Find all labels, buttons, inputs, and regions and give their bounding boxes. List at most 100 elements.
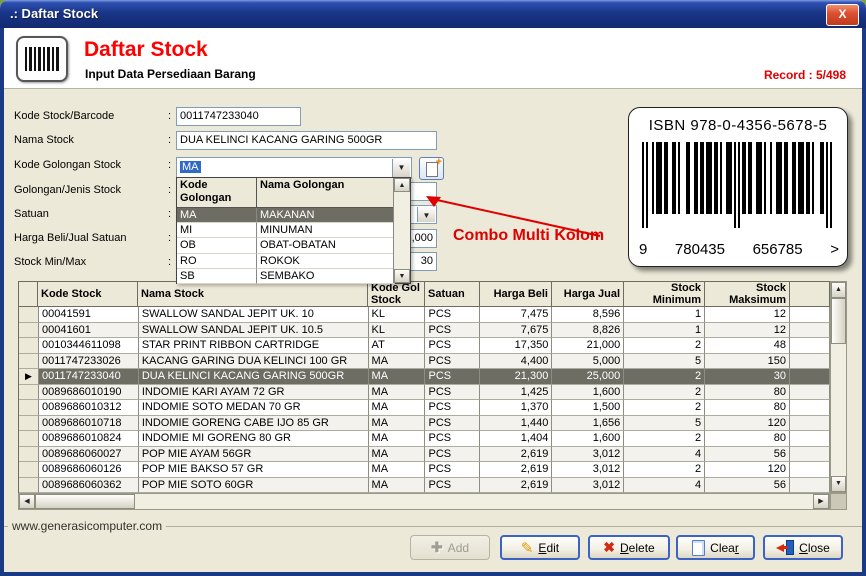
table-cell: MA: [369, 369, 426, 385]
table-cell: 2: [624, 400, 705, 416]
table-header-cell[interactable]: Nama Stock: [138, 281, 368, 307]
table-header-cell[interactable]: [790, 281, 830, 307]
table-header-cell[interactable]: [18, 281, 38, 307]
label-nama-stock: Nama Stock: [14, 134, 164, 146]
barcode-digit-group: >: [830, 241, 839, 258]
scroll-up-icon[interactable]: ▲: [831, 282, 846, 298]
page-title: Daftar Stock: [84, 38, 208, 62]
table-cell: INDOMIE KARI AYAM 72 GR: [139, 385, 369, 401]
table-header-cell[interactable]: Kode Gol Stock: [368, 281, 425, 307]
table-cell: MA: [369, 416, 426, 432]
table-row[interactable]: ▶0011747233040DUA KELINCI KACANG GARING …: [19, 369, 830, 385]
delete-x-icon: ✖: [603, 539, 615, 556]
kode-stock-input[interactable]: 0011747233040: [176, 107, 301, 126]
table-cell: [790, 462, 830, 478]
table-cell: MA: [369, 354, 426, 370]
combo-popup-cell: MINUMAN: [257, 223, 395, 238]
row-selector: [19, 323, 39, 339]
title-bar[interactable]: .: Daftar Stock X: [0, 0, 866, 28]
table-cell: 0089686010190: [39, 385, 139, 401]
delete-button-label: Delete: [620, 541, 655, 555]
table-header-cell[interactable]: Harga Beli: [480, 281, 552, 307]
table-row[interactable]: 0010344611098STAR PRINT RIBBON CARTRIDGE…: [19, 338, 830, 354]
table-row[interactable]: 0011747233026KACANG GARING DUA KELINCI 1…: [19, 354, 830, 370]
barcode-isbn-text: ISBN 978-0-4356-5678-5: [629, 117, 847, 134]
clear-button-label: Clear: [710, 541, 739, 555]
combo-popup-row[interactable]: MAMAKANAN: [177, 208, 410, 223]
table-row[interactable]: 00041601SWALLOW SANDAL JEPIT UK. 10.5KLP…: [19, 323, 830, 339]
chevron-down-icon[interactable]: ▼: [392, 159, 410, 177]
scrollbar-corner: [830, 493, 847, 510]
scrollbar-thumb[interactable]: [831, 298, 846, 344]
scroll-down-icon[interactable]: ▼: [831, 476, 846, 492]
table-row[interactable]: 0089686060027POP MIE AYAM 56GRMAPCS2,619…: [19, 447, 830, 463]
barcode-bars: [642, 142, 834, 228]
popup-col-nama: Nama Golongan: [257, 178, 395, 208]
table-vertical-scrollbar[interactable]: ▲ ▼: [830, 281, 847, 493]
pencil-icon: ✎: [521, 539, 534, 557]
close-form-button[interactable]: Close: [763, 535, 843, 560]
table-row[interactable]: 0089686060126POP MIE BAKSO 57 GRMAPCS2,6…: [19, 462, 830, 478]
label-harga: Harga Beli/Jual Satuan: [14, 232, 164, 244]
combo-popup-cell: MI: [177, 223, 257, 238]
combo-popup-row[interactable]: ROROKOK: [177, 254, 410, 269]
table-cell: 30: [705, 369, 790, 385]
table-cell: [790, 369, 830, 385]
table-header-cell[interactable]: Harga Jual: [552, 281, 624, 307]
table-row[interactable]: 0089686060362POP MIE SOTO 60GRMAPCS2,619…: [19, 478, 830, 494]
table-cell: 1,404: [480, 431, 552, 447]
add-golongan-button[interactable]: +: [419, 157, 444, 180]
table-cell: KACANG GARING DUA KELINCI 100 GR: [139, 354, 369, 370]
close-button[interactable]: X: [826, 4, 859, 26]
table-cell: PCS: [425, 338, 480, 354]
label-kode-golongan: Kode Golongan Stock: [14, 159, 164, 171]
barcode-preview: ISBN 978-0-4356-5678-5 9 780435 656785 >: [628, 107, 848, 267]
table-row[interactable]: 00041591SWALLOW SANDAL JEPIT UK. 10KLPCS…: [19, 307, 830, 323]
scroll-down-icon[interactable]: ▼: [394, 269, 410, 283]
clear-button[interactable]: Clear: [676, 535, 755, 560]
table-cell: 17,350: [480, 338, 552, 354]
table-cell: 1,656: [552, 416, 624, 432]
table-cell: 1,440: [480, 416, 552, 432]
combo-popup-row[interactable]: MIMINUMAN: [177, 223, 410, 238]
form-header: Daftar Stock Input Data Persediaan Baran…: [4, 28, 862, 89]
combo-popup-row[interactable]: SBSEMBAKO: [177, 269, 410, 284]
table-cell: 8,596: [552, 307, 624, 323]
combo-popup-cell: OB: [177, 238, 257, 253]
add-button[interactable]: ✚ Add: [410, 535, 490, 560]
table-cell: 2,619: [480, 447, 552, 463]
table-cell: 80: [705, 431, 790, 447]
table-cell: 8,826: [552, 323, 624, 339]
table-header-cell[interactable]: Satuan: [425, 281, 480, 307]
table-row[interactable]: 0089686010718INDOMIE GORENG CABE IJO 85 …: [19, 416, 830, 432]
table-header-cell[interactable]: Kode Stock: [38, 281, 138, 307]
table-cell: 2,619: [480, 478, 552, 494]
popup-scrollbar[interactable]: ▲ ▼: [393, 178, 410, 283]
kode-golongan-combo[interactable]: MA ▼: [176, 157, 412, 179]
edit-button[interactable]: ✎ Edit: [500, 535, 580, 560]
scrollbar-thumb[interactable]: [35, 494, 135, 509]
table-cell: PCS: [425, 307, 480, 323]
delete-button[interactable]: ✖ Delete: [588, 535, 670, 560]
table-horizontal-scrollbar[interactable]: ◀ ▶: [18, 493, 830, 510]
website-label: www.generasicomputer.com: [8, 519, 166, 533]
table-cell: [790, 416, 830, 432]
nama-stock-input[interactable]: DUA KELINCI KACANG GARING 500GR: [176, 131, 437, 150]
table-header-cell[interactable]: Stock Minimum: [624, 281, 705, 307]
table-cell: 7,675: [480, 323, 552, 339]
table-cell: [790, 447, 830, 463]
scroll-left-icon[interactable]: ◀: [19, 494, 35, 509]
table-row[interactable]: 0089686010190INDOMIE KARI AYAM 72 GRMAPC…: [19, 385, 830, 401]
table-row[interactable]: 0089686010312INDOMIE SOTO MEDAN 70 GRMAP…: [19, 400, 830, 416]
table-cell: SWALLOW SANDAL JEPIT UK. 10.5: [139, 323, 369, 339]
chevron-down-icon[interactable]: ▼: [417, 207, 435, 222]
table-cell: KL: [369, 307, 426, 323]
table-cell: MA: [369, 447, 426, 463]
combo-popup-row[interactable]: OBOBAT-OBATAN: [177, 238, 410, 253]
table-row[interactable]: 0089686010824INDOMIE MI GORENG 80 GRMAPC…: [19, 431, 830, 447]
combo-popup-cell: MAKANAN: [257, 208, 395, 223]
scroll-up-icon[interactable]: ▲: [394, 178, 410, 192]
table-header-cell[interactable]: Stock Maksimum: [705, 281, 790, 307]
scroll-right-icon[interactable]: ▶: [813, 494, 829, 509]
table-cell: PCS: [425, 447, 480, 463]
